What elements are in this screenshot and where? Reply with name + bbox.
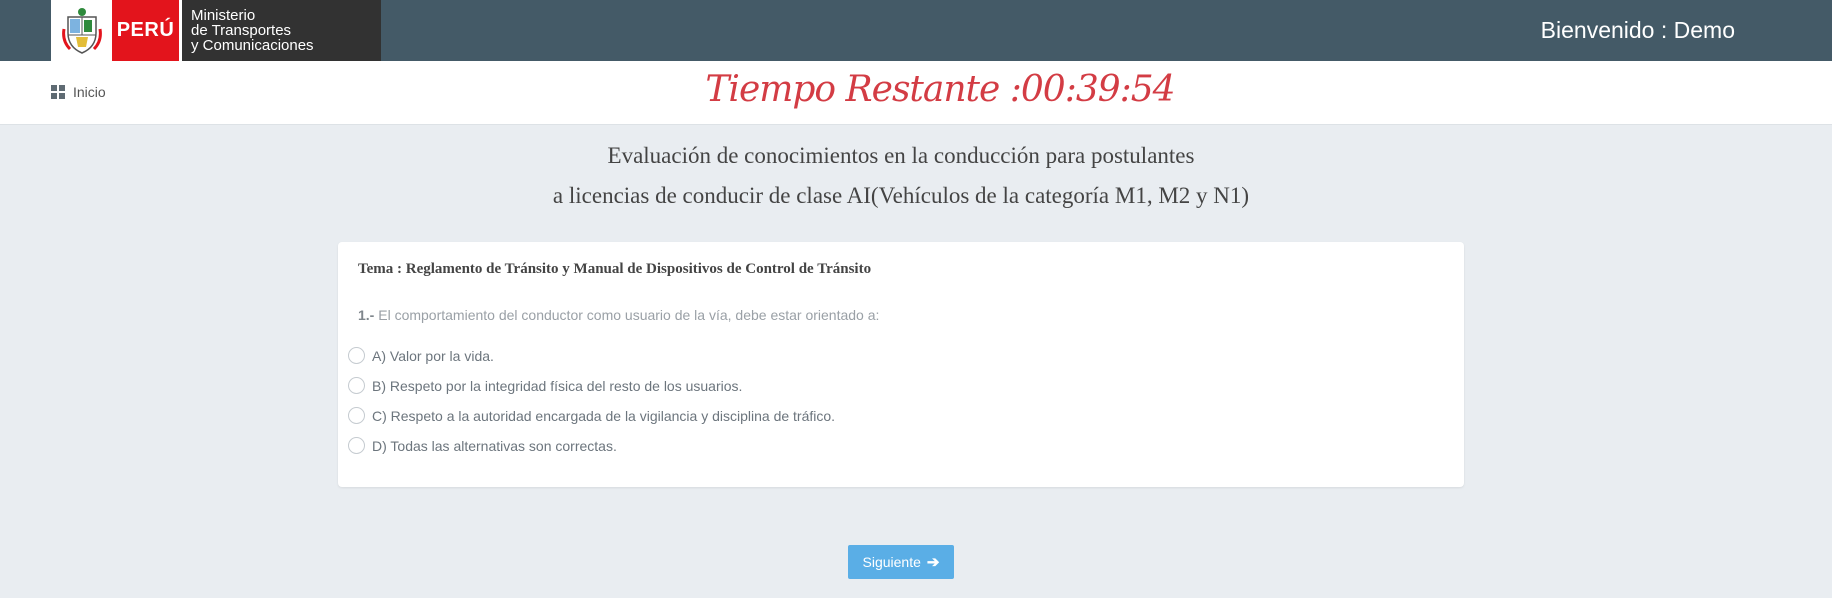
exam-title-line-2: a licencias de conducir de clase AI(Vehí…	[552, 183, 1250, 208]
option-a-label: A) Valor por la vida.	[372, 347, 494, 364]
option-d-radio[interactable]	[348, 437, 365, 454]
logo-country: PERÚ	[112, 0, 179, 61]
question-body: El comportamiento del conductor como usu…	[374, 307, 880, 323]
option-d[interactable]: D) Todas las alternativas son correctas.	[348, 437, 617, 454]
question-number: 1.-	[358, 307, 375, 323]
sub-navbar: Inicio Tiempo Restante :00:39:54	[0, 61, 1832, 125]
option-c-radio[interactable]	[348, 407, 365, 424]
remaining-time: Tiempo Restante :00:39:54	[705, 69, 1175, 110]
option-c-label: C) Respeto a la autoridad encargada de l…	[372, 407, 836, 424]
logo-ministry-name: Ministerio de Transportes y Comunicacion…	[179, 0, 381, 61]
option-a[interactable]: A) Valor por la vida.	[348, 347, 494, 364]
next-button[interactable]: Siguiente ➔	[848, 545, 954, 579]
option-b[interactable]: B) Respeto por la integridad física del …	[348, 377, 742, 394]
logo-ministry-line-3: y Comunicaciones	[191, 37, 314, 54]
option-b-label: B) Respeto por la integridad física del …	[372, 377, 743, 394]
welcome-text: Bienvenido : Demo	[1540, 17, 1735, 43]
option-c[interactable]: C) Respeto a la autoridad encargada de l…	[348, 407, 835, 424]
option-b-radio[interactable]	[348, 377, 365, 394]
option-d-label: D) Todas las alternativas son correctas.	[372, 437, 617, 454]
logo-ministry-line-2: de Transportes	[191, 22, 292, 39]
logo-ministry-line-1: Ministerio	[191, 7, 256, 24]
top-header: PERÚ Ministerio de Transportes y Comunic…	[0, 0, 1832, 61]
question-text: 1.- El comportamiento del conductor como…	[358, 307, 879, 323]
exam-title-line-1: Evaluación de conocimientos en la conduc…	[607, 143, 1195, 168]
ministry-logo: PERÚ Ministerio de Transportes y Comunic…	[51, 0, 381, 61]
arrow-right-icon: ➔	[926, 554, 940, 571]
question-card: Tema : Reglamento de Tránsito y Manual d…	[338, 242, 1464, 487]
topic-heading: Tema : Reglamento de Tránsito y Manual d…	[358, 261, 872, 277]
peru-coat-of-arms-icon	[51, 0, 112, 61]
next-button-label: Siguiente	[862, 554, 921, 570]
option-a-radio[interactable]	[348, 347, 365, 364]
